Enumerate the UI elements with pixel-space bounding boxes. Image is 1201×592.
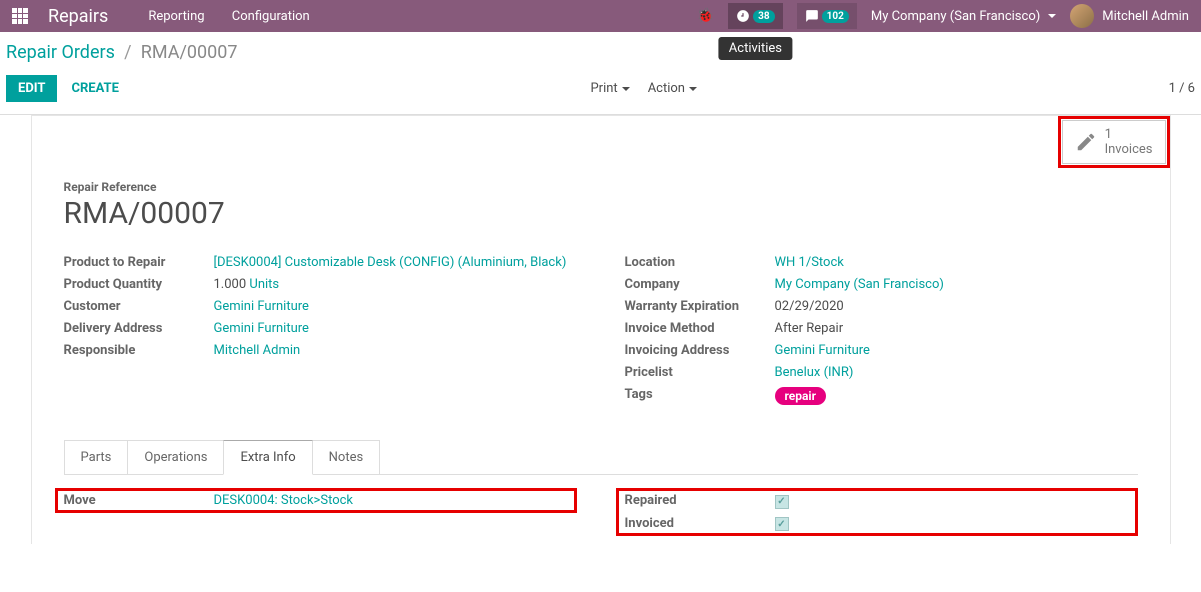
deliv-label: Delivery Address: [64, 321, 214, 336]
nav-configuration[interactable]: Configuration: [232, 9, 310, 24]
qty-label: Product Quantity: [64, 277, 214, 292]
responsible-link[interactable]: Mitchell Admin: [214, 343, 301, 358]
pager[interactable]: 1 / 6: [1169, 81, 1195, 96]
product-link[interactable]: [DESK0004] Customizable Desk (CONFIG) (A…: [214, 255, 567, 270]
action-dropdown[interactable]: Action: [648, 81, 697, 96]
delivery-address-link[interactable]: Gemini Furniture: [214, 321, 309, 336]
move-label: Move: [64, 493, 214, 508]
tab-notes[interactable]: Notes: [312, 440, 381, 475]
breadcrumb: Repair Orders / RMA/00007: [0, 32, 1201, 69]
messages-count: 102: [822, 10, 849, 23]
edit-button[interactable]: EDIT: [6, 75, 57, 102]
move-link[interactable]: DESK0004: Stock>Stock: [214, 493, 354, 508]
print-dropdown[interactable]: Print: [590, 81, 629, 96]
product-label: Product to Repair: [64, 255, 214, 270]
pricelist-link[interactable]: Benelux (INR): [775, 365, 854, 380]
location-label: Location: [625, 255, 775, 270]
activities-button[interactable]: 38 Activities: [728, 3, 782, 29]
chat-icon: [805, 9, 819, 23]
repair-reference: RMA/00007: [64, 196, 1138, 231]
tab-parts[interactable]: Parts: [64, 440, 129, 475]
tags-label: Tags: [625, 387, 775, 402]
edit-icon: [1075, 131, 1097, 153]
clock-icon: [736, 9, 750, 23]
apps-icon[interactable]: [12, 8, 28, 24]
activities-count: 38: [753, 10, 774, 23]
avatar: [1070, 4, 1094, 28]
invmethod-label: Invoice Method: [625, 321, 775, 336]
qty-value: 1.000: [214, 277, 247, 292]
invoices-stat-button[interactable]: 1 Invoices: [1062, 120, 1166, 164]
invaddr-label: Invoicing Address: [625, 343, 775, 358]
messages-button[interactable]: 102: [797, 3, 857, 29]
app-name: Repairs: [48, 6, 108, 27]
location-link[interactable]: WH 1/Stock: [775, 255, 844, 270]
pricelist-label: Pricelist: [625, 365, 775, 380]
user-name: Mitchell Admin: [1102, 9, 1189, 24]
repaired-checkbox: [775, 495, 789, 509]
tab-operations[interactable]: Operations: [127, 440, 224, 475]
invmethod-value: After Repair: [775, 321, 844, 336]
breadcrumb-parent[interactable]: Repair Orders: [6, 42, 115, 63]
stat-count: 1: [1105, 127, 1153, 142]
tab-extra-info[interactable]: Extra Info: [223, 440, 312, 475]
repaired-label: Repaired: [625, 493, 775, 508]
bug-icon[interactable]: 🐞: [697, 8, 714, 24]
customer-link[interactable]: Gemini Furniture: [214, 299, 309, 314]
warranty-value: 02/29/2020: [775, 299, 844, 314]
create-button[interactable]: CREATE: [71, 81, 118, 96]
nav-reporting[interactable]: Reporting: [148, 9, 204, 24]
warranty-label: Warranty Expiration: [625, 299, 775, 314]
stat-label: Invoices: [1105, 142, 1153, 157]
company-switcher[interactable]: My Company (San Francisco): [871, 9, 1056, 24]
activities-tooltip: Activities: [719, 37, 792, 60]
company-label: Company: [625, 277, 775, 292]
customer-label: Customer: [64, 299, 214, 314]
invoiced-label: Invoiced: [625, 516, 775, 531]
breadcrumb-current: RMA/00007: [141, 42, 238, 63]
tag-repair: repair: [775, 387, 827, 405]
company-link[interactable]: My Company (San Francisco): [775, 277, 944, 292]
repair-reference-label: Repair Reference: [64, 180, 1138, 194]
user-menu[interactable]: Mitchell Admin: [1070, 4, 1189, 28]
qty-uom-link[interactable]: Units: [249, 277, 279, 292]
invoiced-checkbox: [775, 517, 789, 531]
invoicing-address-link[interactable]: Gemini Furniture: [775, 343, 870, 358]
resp-label: Responsible: [64, 343, 214, 358]
